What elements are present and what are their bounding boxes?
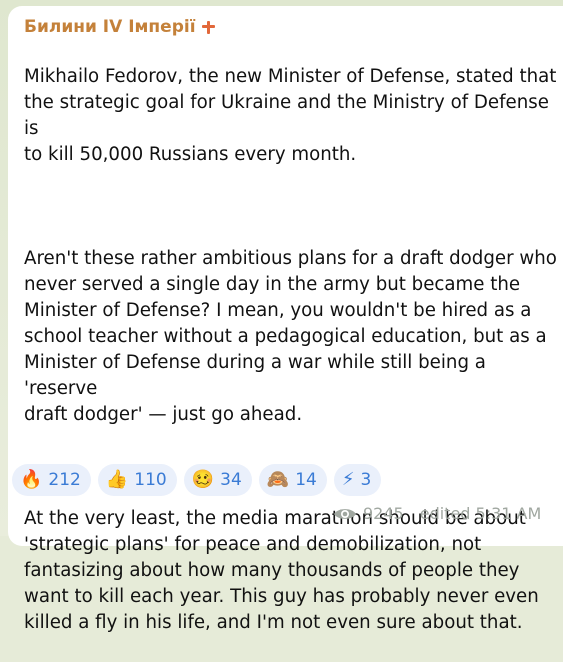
fire-icon: 🔥 xyxy=(20,469,43,490)
reaction-count: 3 xyxy=(360,470,372,490)
message-text: Mikhailo Fedorov, the new Minister of De… xyxy=(24,38,563,662)
lightning-icon: ⚡ xyxy=(341,469,355,490)
reaction-count: 110 xyxy=(134,470,167,490)
see-no-evil-monkey-icon: 🙈 xyxy=(266,469,290,490)
edited-timestamp: edited 5:31 AM xyxy=(419,504,542,523)
view-count: 9245 xyxy=(363,504,404,523)
channel-name[interactable]: Билини IV Імперії xyxy=(24,16,196,38)
reaction-thumbs-up[interactable]: 👍 110 xyxy=(97,464,177,496)
cross-icon xyxy=(201,20,215,34)
message-paragraph: Aren't these rather ambitious plans for … xyxy=(24,248,557,425)
reaction-fire[interactable]: 🔥 212 xyxy=(12,464,91,496)
reactions-bar: 🔥 212 👍 110 🥴 34 🙈 14 ⚡ 3 xyxy=(12,464,382,496)
reaction-count: 14 xyxy=(295,470,317,490)
message-meta: 9245 edited 5:31 AM xyxy=(333,504,541,523)
reaction-lightning[interactable]: ⚡ 3 xyxy=(333,464,382,496)
eye-icon xyxy=(334,508,356,519)
message-paragraph: At the very least, the media marathon sh… xyxy=(24,508,539,633)
reaction-count: 34 xyxy=(220,470,242,490)
woozy-face-icon: 🥴 xyxy=(191,469,215,490)
reaction-see-no-evil[interactable]: 🙈 14 xyxy=(258,464,327,496)
reaction-woozy-face[interactable]: 🥴 34 xyxy=(183,464,252,496)
channel-name-row[interactable]: Билини IV Імперії xyxy=(24,16,563,38)
message-paragraph: Mikhailo Fedorov, the new Minister of De… xyxy=(24,66,557,165)
thumbs-up-icon: 👍 xyxy=(105,469,129,490)
reaction-count: 212 xyxy=(48,470,81,490)
